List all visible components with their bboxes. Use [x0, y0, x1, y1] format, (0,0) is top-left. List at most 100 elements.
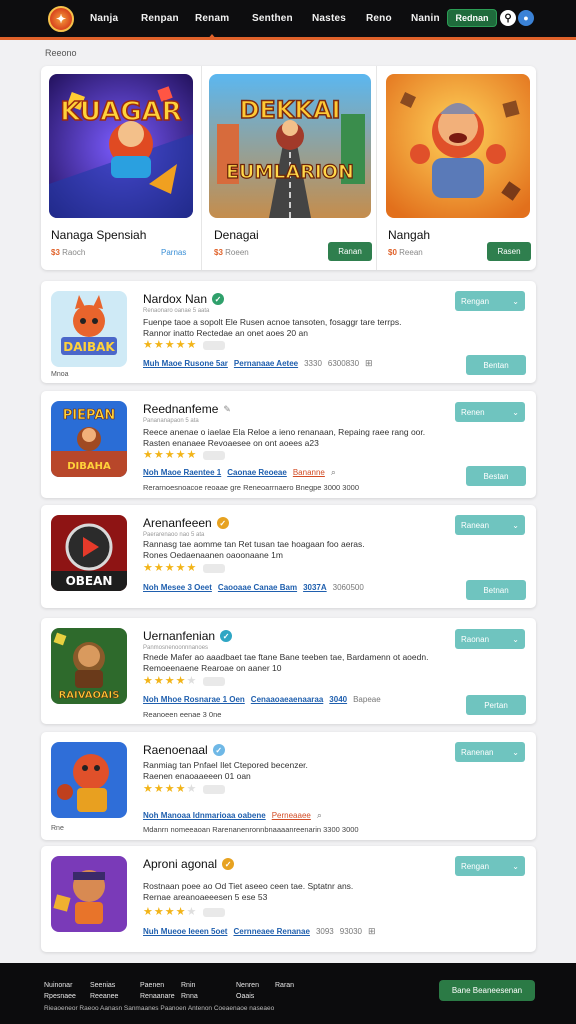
verified-icon: ✓ — [216, 517, 229, 529]
secondary-button[interactable]: Pertan — [466, 695, 526, 715]
tag-link[interactable]: Nuh Mueoe Ieeen 5oet — [143, 927, 227, 936]
logo[interactable]: ✦ — [48, 6, 74, 32]
game-thumbnail[interactable]: OBEAN — [51, 515, 127, 591]
user-icon[interactable]: ● — [518, 10, 534, 26]
chevron-down-icon[interactable]: ⌄ — [512, 408, 519, 417]
nav-link-2[interactable]: Renpan — [141, 13, 179, 24]
nav-link-6[interactable]: Reno — [366, 13, 392, 24]
tag-link[interactable]: Noh Mesee 3 Oeet — [143, 583, 212, 592]
chevron-down-icon[interactable]: ⌄ — [512, 748, 519, 757]
featured-card[interactable]: Nangah $0 Reean Rasen — [376, 66, 536, 270]
star-icon: ★ — [143, 562, 153, 574]
tag-link[interactable]: Bananne — [293, 468, 325, 477]
nav-link-1[interactable]: Nanja — [90, 13, 118, 24]
grid-icon[interactable]: ⊞ — [368, 926, 376, 937]
game-title[interactable]: Uernanfenian ✓ — [143, 629, 233, 643]
price-sub: Reean — [399, 248, 423, 257]
breadcrumb[interactable]: Reeono — [45, 48, 77, 58]
featured-game-art[interactable]: DEKKAI EUMLARION — [209, 74, 371, 218]
description-line-2: Rannor inatto Rectedae an onet aoes 20 a… — [143, 328, 308, 338]
secondary-button[interactable]: Bestan — [466, 466, 526, 486]
get-button[interactable]: Rengan ⌄ — [455, 856, 525, 876]
tag-link[interactable]: Cenaaoaeaenaaraa — [251, 695, 324, 704]
game-title[interactable]: Arenanfeeen ✓ — [143, 516, 229, 530]
footer-link[interactable]: Oaais — [236, 991, 259, 1002]
tag-stat: Bapeae — [353, 695, 381, 704]
game-title[interactable]: Nardox Nan ✓ — [143, 292, 225, 306]
nav-link-4[interactable]: Senthen — [252, 13, 293, 24]
tag-link[interactable]: Pernanaae Aetee — [234, 359, 298, 368]
footer-link[interactable]: Nenren — [236, 980, 259, 991]
game-thumbnail[interactable]: PIEPAN DIBAHA — [51, 401, 127, 477]
tag-link[interactable]: 3040 — [329, 695, 347, 704]
nav-link-3[interactable]: Renam — [195, 13, 229, 40]
get-button[interactable]: Renen ⌄ — [455, 402, 525, 422]
game-title[interactable]: Aproni agonal ✓ — [143, 857, 235, 871]
chevron-down-icon[interactable]: ⌄ — [512, 297, 519, 306]
featured-title[interactable]: Denagai — [214, 228, 259, 242]
rating: ★ ★ ★ ★ ★ — [143, 784, 226, 795]
nav-link-5[interactable]: Nastes — [312, 13, 346, 24]
featured-card[interactable]: DEKKAI EUMLARION Denagai $3 Roeen Ranan — [201, 66, 376, 270]
tag-link[interactable]: Noh Maoe Raentee 1 — [143, 468, 221, 477]
tag-link[interactable]: Noh Manoaa Idnmarioaa oabene — [143, 811, 266, 820]
featured-action-button[interactable]: Ranan — [328, 242, 372, 261]
featured-title[interactable]: Nanaga Spensiah — [51, 228, 146, 242]
tag-link[interactable]: 3037A — [303, 583, 327, 592]
tag-link[interactable]: Cernneaee Renanae — [233, 927, 309, 936]
chevron-down-icon[interactable]: ⌄ — [512, 862, 519, 871]
footer-link[interactable]: Rnna — [181, 991, 198, 1002]
footer-col: Paenen Renaanare — [140, 980, 175, 1002]
game-thumbnail[interactable] — [51, 742, 127, 818]
list-item[interactable]: RAIVAOAIS Uernanfenian ✓ Panmosnenoonnnan… — [41, 618, 536, 724]
game-title[interactable]: Reednanfeme ✎ — [143, 402, 231, 416]
list-item[interactable]: PIEPAN DIBAHA Reednanfeme ✎ Panananapaon … — [41, 391, 536, 498]
footer-link[interactable]: Rnin — [181, 980, 198, 991]
get-button[interactable]: Ranenan ⌄ — [455, 742, 525, 762]
game-thumbnail[interactable] — [51, 856, 127, 932]
featured-link[interactable]: Parnas — [161, 248, 186, 257]
footer-link[interactable]: Raran — [275, 980, 294, 991]
nav-cta-button[interactable]: Rednan — [447, 9, 497, 27]
featured-title[interactable]: Nangah — [388, 228, 430, 242]
list-item[interactable]: Aproni agonal ✓ Rostnaan poee ao Od Tiet … — [41, 846, 536, 952]
get-button[interactable]: Raonan ⌄ — [455, 629, 525, 649]
get-button[interactable]: Rengan ⌄ — [455, 291, 525, 311]
list-item[interactable]: OBEAN Arenanfeeen ✓ Paerarenaoo nao 5 ata… — [41, 505, 536, 608]
search-small-icon[interactable]: ⌕ — [317, 810, 322, 821]
secondary-button[interactable]: Betnan — [466, 580, 526, 600]
search-icon[interactable]: ⚲ — [500, 10, 516, 26]
get-button[interactable]: Ranean ⌄ — [455, 515, 525, 535]
chevron-down-icon[interactable]: ⌄ — [512, 635, 519, 644]
featured-game-art[interactable] — [386, 74, 530, 218]
tag-link[interactable]: Perneaaee — [272, 811, 311, 820]
list-item[interactable]: Raenoenaal ✓ Ranmiag tan Pnfael Ilet Ctep… — [41, 732, 536, 840]
footer-link[interactable]: Reeanee — [90, 991, 118, 1002]
chevron-down-icon[interactable]: ⌄ — [512, 521, 519, 530]
tag-link[interactable]: Caooaae Canae Bam — [218, 583, 297, 592]
footer-button[interactable]: Bane Beaneesenan — [439, 980, 535, 1001]
footer-col: Nuinonar Rpesnaee — [44, 980, 76, 1002]
featured-action-button[interactable]: Rasen — [487, 242, 531, 261]
footer-link[interactable]: Nuinonar — [44, 980, 76, 991]
description-line-2: Rasten enanaee Revoaesee on ont aoees a2… — [143, 438, 319, 448]
featured-card[interactable]: KUAGAR Nanaga Spensiah $3 Raoch Parnas — [41, 66, 201, 270]
tag-link[interactable]: Caonae Reoeae — [227, 468, 287, 477]
secondary-button[interactable]: Bentan — [466, 355, 526, 375]
star-icon: ★ — [153, 339, 164, 351]
footer-link[interactable]: Seenias — [90, 980, 118, 991]
footer-link[interactable]: Rpesnaee — [44, 991, 76, 1002]
grid-icon[interactable]: ⊞ — [365, 358, 373, 369]
featured-game-art[interactable]: KUAGAR — [49, 74, 193, 218]
footer-link[interactable]: Renaanare — [140, 991, 175, 1002]
edit-icon[interactable]: ✎ — [223, 404, 231, 415]
tag-link[interactable]: Noh Mhoe Rosnarae 1 Oen — [143, 695, 245, 704]
game-thumbnail[interactable]: DAIBAK — [51, 291, 127, 367]
game-title[interactable]: Raenoenaal ✓ — [143, 743, 225, 757]
footer-link[interactable]: Paenen — [140, 980, 175, 991]
search-small-icon[interactable]: ⌕ — [331, 467, 336, 478]
nav-link-7[interactable]: Nanin — [411, 13, 440, 24]
tag-link[interactable]: Muh Maoe Rusone 5ar — [143, 359, 228, 368]
game-thumbnail[interactable]: RAIVAOAIS — [51, 628, 127, 704]
list-item[interactable]: DAIBAK Nardox Nan ✓ Renaonaro oanae 5 aat… — [41, 281, 536, 383]
